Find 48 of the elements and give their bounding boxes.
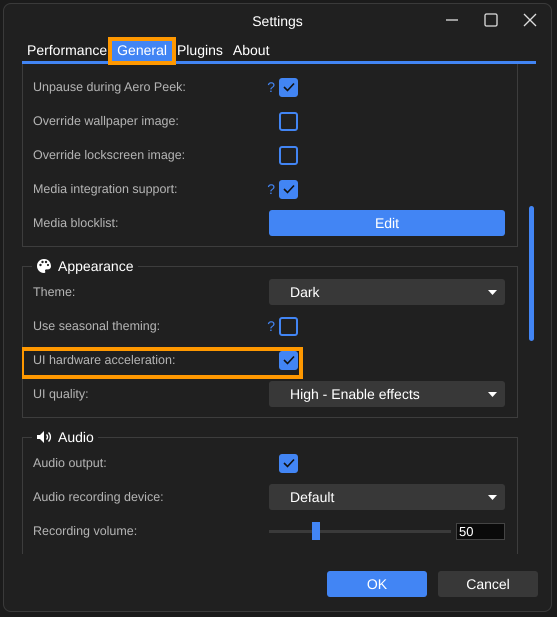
- setting-label: Audio recording device:: [33, 490, 165, 504]
- checkbox[interactable]: [279, 350, 298, 370]
- edit-button[interactable]: Edit: [269, 210, 505, 236]
- checkbox[interactable]: [279, 78, 298, 96]
- caret-icon: [488, 290, 497, 294]
- setting-label: Theme:: [33, 285, 76, 299]
- tab[interactable]: Performance: [22, 41, 112, 61]
- setting-label: UI hardware acceleration:: [33, 353, 176, 367]
- checkbox[interactable]: [279, 112, 298, 130]
- checkmark-icon: [282, 184, 294, 194]
- checkbox[interactable]: [279, 316, 298, 336]
- ok-button[interactable]: OK: [327, 571, 427, 597]
- setting-label: Audio output:: [33, 456, 108, 470]
- setting-label: Use seasonal theming:: [33, 319, 162, 333]
- maximize-icon[interactable]: [484, 13, 498, 27]
- section-title: Appearance: [58, 258, 134, 274]
- help-icon[interactable]: ?: [267, 79, 275, 95]
- dropdown[interactable]: Default: [269, 484, 505, 510]
- value-field[interactable]: 50: [456, 522, 505, 540]
- setting-label: Unpause during Aero Peek:: [33, 80, 187, 94]
- close-icon[interactable]: [523, 13, 537, 27]
- scrollbar[interactable]: [529, 206, 534, 341]
- cancel-button[interactable]: Cancel: [438, 571, 538, 597]
- tab[interactable]: Plugins: [172, 41, 228, 61]
- slider-thumb[interactable]: [312, 522, 320, 540]
- setting-label: Override wallpaper image:: [33, 114, 180, 128]
- checkmark-icon: [282, 355, 294, 365]
- setting-label: Media integration support:: [33, 182, 179, 196]
- window-title: Settings: [252, 13, 303, 29]
- checkbox[interactable]: [279, 454, 298, 472]
- help-icon[interactable]: ?: [267, 181, 275, 197]
- checkmark-icon: [282, 458, 294, 468]
- dropdown[interactable]: High - Enable effects: [269, 381, 505, 407]
- checkbox[interactable]: [279, 146, 298, 164]
- setting-label: Override lockscreen image:: [33, 148, 186, 162]
- setting-label: Media blocklist:: [33, 216, 120, 230]
- checkbox[interactable]: [279, 180, 298, 198]
- tab[interactable]: About: [228, 41, 274, 61]
- help-icon[interactable]: ?: [267, 318, 275, 334]
- setting-label: UI quality:: [33, 387, 90, 401]
- setting-label: Recording volume:: [33, 524, 138, 538]
- caret-icon: [488, 392, 497, 396]
- caret-icon: [488, 494, 497, 500]
- checkmark-icon: [282, 82, 294, 92]
- tab[interactable]: General: [112, 41, 172, 61]
- speaker-icon: [36, 429, 52, 445]
- section-title: Audio: [58, 429, 94, 445]
- dropdown[interactable]: Dark: [269, 279, 505, 305]
